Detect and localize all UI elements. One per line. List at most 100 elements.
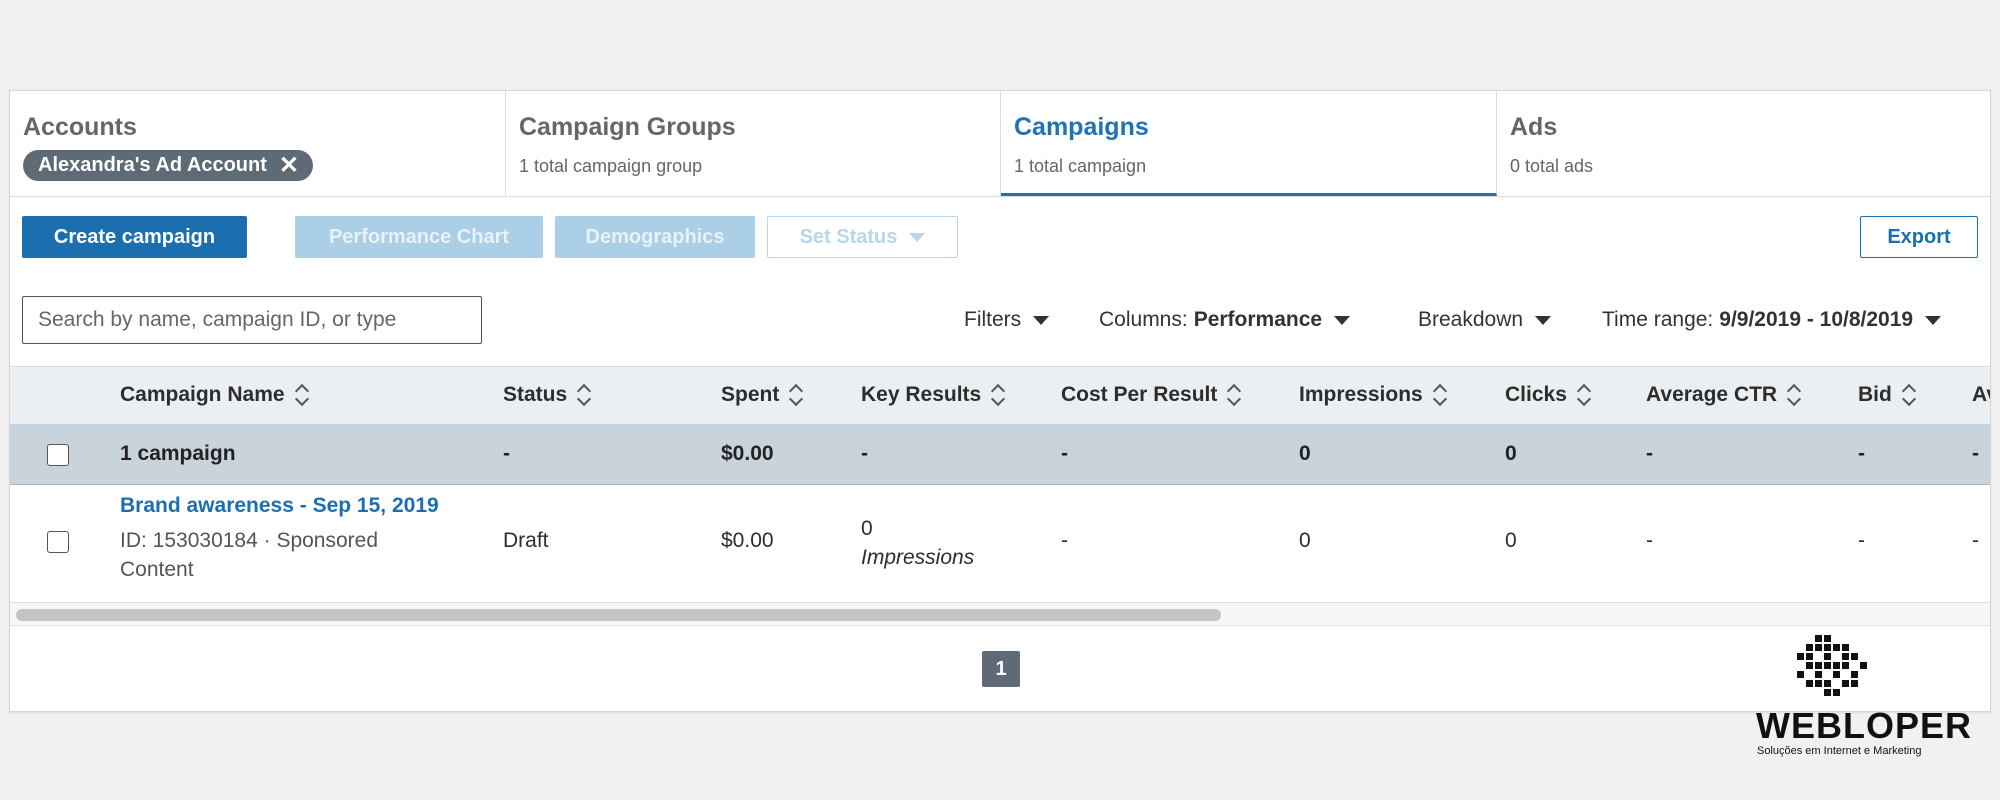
row-key-results: 0 Impressions	[861, 517, 974, 570]
row-spent: $0.00	[721, 529, 774, 552]
tab-ads-title: Ads	[1510, 113, 1558, 141]
column-header-label: Av	[1972, 383, 1990, 406]
sort-icon[interactable]	[991, 383, 1005, 407]
row-key-results-label: Impressions	[861, 546, 975, 569]
row-status: Draft	[503, 529, 549, 552]
columns-value: Performance	[1193, 308, 1323, 331]
sort-icon[interactable]	[789, 383, 803, 407]
column-header-label: Bid	[1858, 383, 1892, 406]
sort-icon[interactable]	[295, 383, 309, 407]
summary-status: -	[503, 442, 510, 465]
row-ctr: -	[1646, 529, 1653, 552]
summary-impressions: 0	[1299, 442, 1311, 465]
row-bid: -	[1858, 529, 1865, 552]
tab-accounts-title: Accounts	[23, 113, 137, 141]
create-campaign-button[interactable]: Create campaign	[22, 216, 247, 258]
summary-bid: -	[1858, 442, 1865, 465]
column-header-label: Cost Per Result	[1061, 383, 1218, 406]
summary-cost-per-result: -	[1061, 442, 1068, 465]
horizontal-scrollbar[interactable]	[10, 603, 1990, 626]
breakdown-dropdown[interactable]: Breakdown	[1418, 308, 1552, 332]
row-impressions: 0	[1299, 529, 1311, 552]
sort-icon[interactable]	[1433, 383, 1447, 407]
column-header-cost-per-result[interactable]: Cost Per Result	[1061, 383, 1241, 407]
column-header-label: Spent	[721, 383, 780, 406]
table-header: Campaign Name Status Spent Key Results C…	[10, 366, 1990, 426]
tab-campaign-groups-title: Campaign Groups	[519, 113, 736, 141]
set-status-label: Set Status	[799, 225, 898, 248]
tab-campaigns-title: Campaigns	[1014, 113, 1149, 141]
sort-icon[interactable]	[1902, 383, 1916, 407]
column-header-label: Key Results	[861, 383, 982, 406]
column-header-bid[interactable]: Bid	[1858, 383, 1916, 407]
tab-campaigns[interactable]: Campaigns 1 total campaign	[1001, 91, 1497, 196]
summary-name: 1 campaign	[120, 442, 236, 465]
time-range-value: 9/9/2019 - 10/8/2019	[1719, 308, 1914, 331]
entity-tabs: Accounts Alexandra's Ad Account ✕ Campai…	[10, 91, 1990, 197]
column-header-average-ctr[interactable]: Average CTR	[1646, 383, 1801, 407]
column-header-status[interactable]: Status	[503, 383, 591, 407]
column-header-label: Average CTR	[1646, 383, 1778, 406]
chevron-down-icon	[1334, 315, 1351, 325]
filters-label: Filters	[964, 308, 1022, 331]
columns-label: Columns:	[1099, 308, 1188, 331]
summary-spent: $0.00	[721, 442, 774, 465]
summary-ctr: -	[1646, 442, 1653, 465]
performance-chart-button[interactable]: Performance Chart	[295, 216, 543, 258]
search-input[interactable]	[22, 296, 482, 344]
row-key-results-value: 0	[861, 517, 873, 540]
tab-campaigns-count: 1 total campaign	[1014, 156, 1147, 176]
column-header-label: Impressions	[1299, 383, 1423, 406]
column-header-spent[interactable]: Spent	[721, 383, 803, 407]
set-status-button[interactable]: Set Status	[767, 216, 958, 258]
sort-icon[interactable]	[1787, 383, 1801, 407]
row-avg: -	[1972, 529, 1979, 552]
column-header-campaign-name[interactable]: Campaign Name	[120, 383, 309, 407]
logo-wordmark: WEBLOPER	[1756, 705, 1973, 746]
select-all-checkbox[interactable]	[47, 444, 69, 466]
sort-icon[interactable]	[1577, 383, 1591, 407]
column-header-clicks[interactable]: Clicks	[1505, 383, 1591, 407]
scrollbar-thumb[interactable]	[16, 609, 1221, 621]
column-header-key-results[interactable]: Key Results	[861, 383, 1005, 407]
column-header-label: Campaign Name	[120, 383, 285, 406]
account-chip[interactable]: Alexandra's Ad Account ✕	[23, 150, 313, 181]
summary-row: 1 campaign - $0.00 - - 0 0 - - -	[10, 424, 1990, 485]
tab-ads-count: 0 total ads	[1510, 156, 1594, 176]
columns-dropdown[interactable]: Columns: Performance	[1099, 308, 1351, 332]
export-button[interactable]: Export	[1860, 216, 1978, 258]
sort-icon[interactable]	[1227, 383, 1241, 407]
summary-avg: -	[1972, 442, 1979, 465]
campaign-name-link[interactable]: Brand awareness - Sep 15, 2019	[120, 494, 439, 518]
page-button-current[interactable]: 1	[982, 651, 1020, 687]
tab-accounts[interactable]: Accounts Alexandra's Ad Account ✕	[10, 91, 506, 196]
campaign-manager-panel: Accounts Alexandra's Ad Account ✕ Campai…	[9, 90, 1991, 712]
column-header-impressions[interactable]: Impressions	[1299, 383, 1447, 407]
filters-dropdown[interactable]: Filters	[964, 308, 1050, 332]
chevron-down-icon	[1535, 315, 1552, 325]
campaign-name-cell: Brand awareness - Sep 15, 2019 ID: 15303…	[120, 494, 439, 584]
campaign-meta-line1: ID: 153030184 · Sponsored	[120, 529, 379, 552]
close-icon[interactable]: ✕	[279, 153, 299, 177]
summary-clicks: 0	[1505, 442, 1517, 465]
time-range-dropdown[interactable]: Time range: 9/9/2019 - 10/8/2019	[1602, 308, 1942, 332]
row-cost-per-result: -	[1061, 529, 1068, 552]
table-row: Brand awareness - Sep 15, 2019 ID: 15303…	[10, 484, 1990, 603]
row-checkbox[interactable]	[47, 531, 69, 553]
sort-icon[interactable]	[577, 383, 591, 407]
tab-campaign-groups[interactable]: Campaign Groups 1 total campaign group	[506, 91, 1001, 196]
tab-ads[interactable]: Ads 0 total ads	[1497, 91, 1990, 196]
chevron-down-icon	[1033, 315, 1050, 325]
account-chip-label: Alexandra's Ad Account	[38, 154, 267, 176]
column-header-label: Clicks	[1505, 383, 1567, 406]
chevron-down-icon	[1925, 315, 1942, 325]
column-header-label: Status	[503, 383, 568, 406]
demographics-button[interactable]: Demographics	[555, 216, 755, 258]
campaign-meta-line2: Content	[120, 558, 194, 581]
column-header-truncated[interactable]: Av	[1972, 383, 1990, 407]
summary-key-results: -	[861, 442, 868, 465]
logo-tagline: Soluções em Internet e Marketing	[1757, 745, 1922, 757]
time-range-label: Time range:	[1602, 308, 1714, 331]
chevron-down-icon	[909, 232, 926, 242]
breakdown-label: Breakdown	[1418, 308, 1524, 331]
